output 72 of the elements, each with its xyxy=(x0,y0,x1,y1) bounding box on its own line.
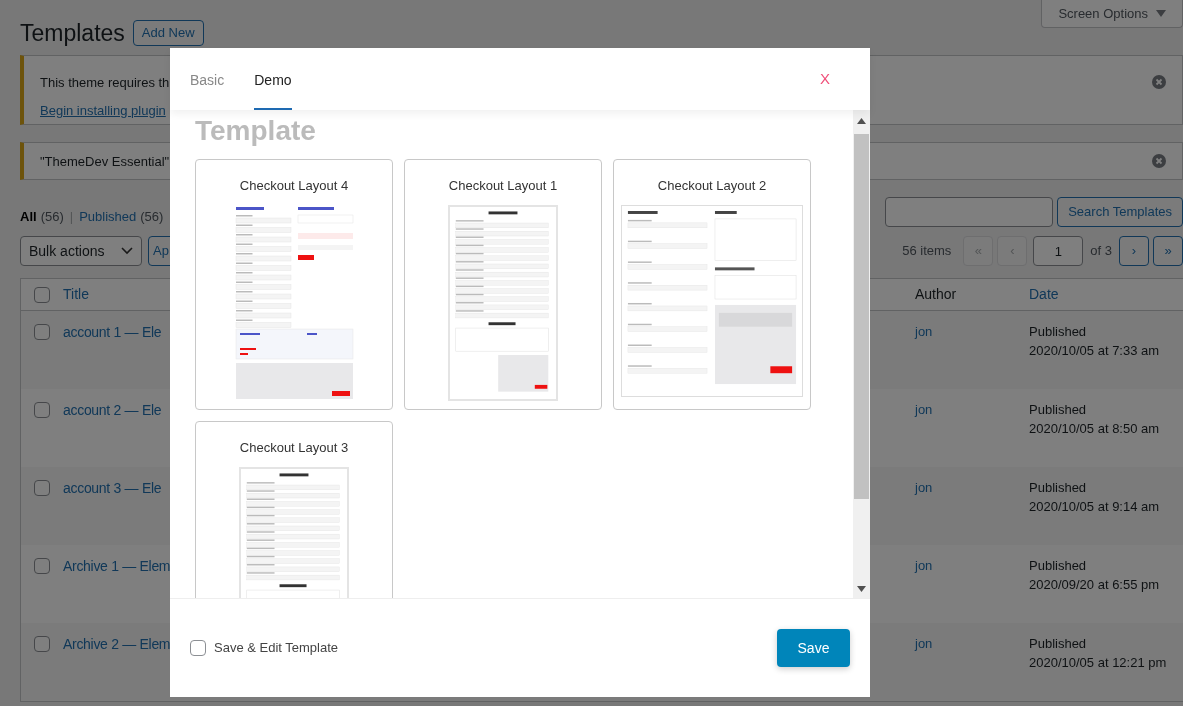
save-edit-checkbox[interactable] xyxy=(190,640,206,656)
add-new-button[interactable]: Add New xyxy=(132,20,204,46)
template-name: Checkout Layout 3 xyxy=(239,439,349,457)
row-checkbox[interactable] xyxy=(34,480,50,496)
template-name: Checkout Layout 2 xyxy=(657,177,767,195)
post-status: Published xyxy=(1029,323,1088,341)
author-link[interactable]: jon xyxy=(915,558,933,573)
search-field[interactable] xyxy=(885,197,1054,227)
notice-text: This theme requires th xyxy=(40,74,170,92)
template-name: Checkout Layout 4 xyxy=(239,177,349,195)
row-checkbox[interactable] xyxy=(34,324,50,340)
row-checkbox[interactable] xyxy=(34,402,50,418)
checkbox-label: Save & Edit Template xyxy=(214,639,339,658)
items-count: 56 items xyxy=(902,242,952,261)
bulk-actions-select[interactable]: Bulk actions xyxy=(20,236,142,266)
scrollbar[interactable] xyxy=(853,110,870,598)
select-all-checkbox[interactable] xyxy=(34,286,50,303)
first-page-button[interactable]: « xyxy=(963,236,994,266)
status-filter-link[interactable]: All xyxy=(20,206,37,226)
filter-count: (56) xyxy=(140,207,164,226)
dismiss-icon[interactable] xyxy=(1152,75,1166,89)
notice-text: "ThemeDev Essential" xyxy=(40,153,170,171)
author-link[interactable]: jon xyxy=(915,480,933,495)
page-title: Templates xyxy=(20,19,125,47)
post-date: 2020/10/05 at 12:21 pm xyxy=(1029,654,1167,672)
template-card[interactable]: Checkout Layout 3 xyxy=(195,421,393,598)
template-name: Checkout Layout 1 xyxy=(448,177,558,195)
post-date: 2020/10/05 at 8:50 am xyxy=(1029,420,1160,438)
dismiss-icon[interactable] xyxy=(1152,154,1166,168)
install-plugins-link[interactable]: Begin installing plugin xyxy=(40,100,170,120)
search-button[interactable]: Search Templates xyxy=(1057,197,1183,227)
template-card[interactable]: Checkout Layout 4 xyxy=(195,159,393,410)
post-status: Published xyxy=(1029,635,1088,653)
last-page-button[interactable]: » xyxy=(1153,236,1183,266)
save-button[interactable]: Save xyxy=(777,629,850,667)
template-title-link[interactable]: Archive 1 — Elem xyxy=(63,558,171,574)
post-status: Published xyxy=(1029,479,1088,497)
modal-tab[interactable]: Basic xyxy=(190,48,225,110)
chevron-down-icon xyxy=(121,247,133,255)
template-title-link[interactable]: account 2 — Ele xyxy=(63,402,162,418)
close-button[interactable]: X xyxy=(820,48,830,110)
scroll-down-icon[interactable] xyxy=(857,586,866,592)
template-title-link[interactable]: Archive 2 — Elem xyxy=(63,636,171,652)
modal-tab[interactable]: Demo xyxy=(254,48,292,110)
page-number-field[interactable]: 1 xyxy=(1033,236,1084,266)
column-header: Author xyxy=(915,285,958,304)
post-date: 2020/10/05 at 9:14 am xyxy=(1029,498,1160,516)
status-filter-link[interactable]: Published xyxy=(79,206,137,226)
author-link[interactable]: jon xyxy=(915,324,933,339)
author-link[interactable]: jon xyxy=(915,636,933,651)
next-page-button[interactable]: › xyxy=(1119,236,1149,266)
scrollbar-thumb[interactable] xyxy=(854,134,869,499)
post-status: Published xyxy=(1029,401,1088,419)
template-card[interactable]: Checkout Layout 1 xyxy=(404,159,602,410)
template-title-link[interactable]: account 1 — Ele xyxy=(63,324,162,340)
post-status: Published xyxy=(1029,557,1088,575)
filter-count: (56) xyxy=(40,207,64,226)
row-checkbox[interactable] xyxy=(34,636,50,652)
previous-page-button[interactable]: ‹ xyxy=(997,236,1028,266)
scroll-up-icon[interactable] xyxy=(857,118,866,124)
section-heading: Template xyxy=(195,115,317,147)
template-card[interactable]: Checkout Layout 2 xyxy=(613,159,811,410)
screen-options-button[interactable]: Screen Options xyxy=(1041,0,1183,28)
row-checkbox[interactable] xyxy=(34,558,50,574)
separator: | xyxy=(69,207,74,226)
template-title-link[interactable]: account 3 — Ele xyxy=(63,480,162,496)
caret-icon xyxy=(1156,9,1166,18)
post-date: 2020/10/05 at 7:33 am xyxy=(1029,342,1160,360)
page-total: of 3 xyxy=(1090,242,1112,261)
author-link[interactable]: jon xyxy=(915,402,933,417)
column-header[interactable]: Date xyxy=(1029,284,1059,305)
post-date: 2020/09/20 at 6:55 pm xyxy=(1029,576,1160,594)
